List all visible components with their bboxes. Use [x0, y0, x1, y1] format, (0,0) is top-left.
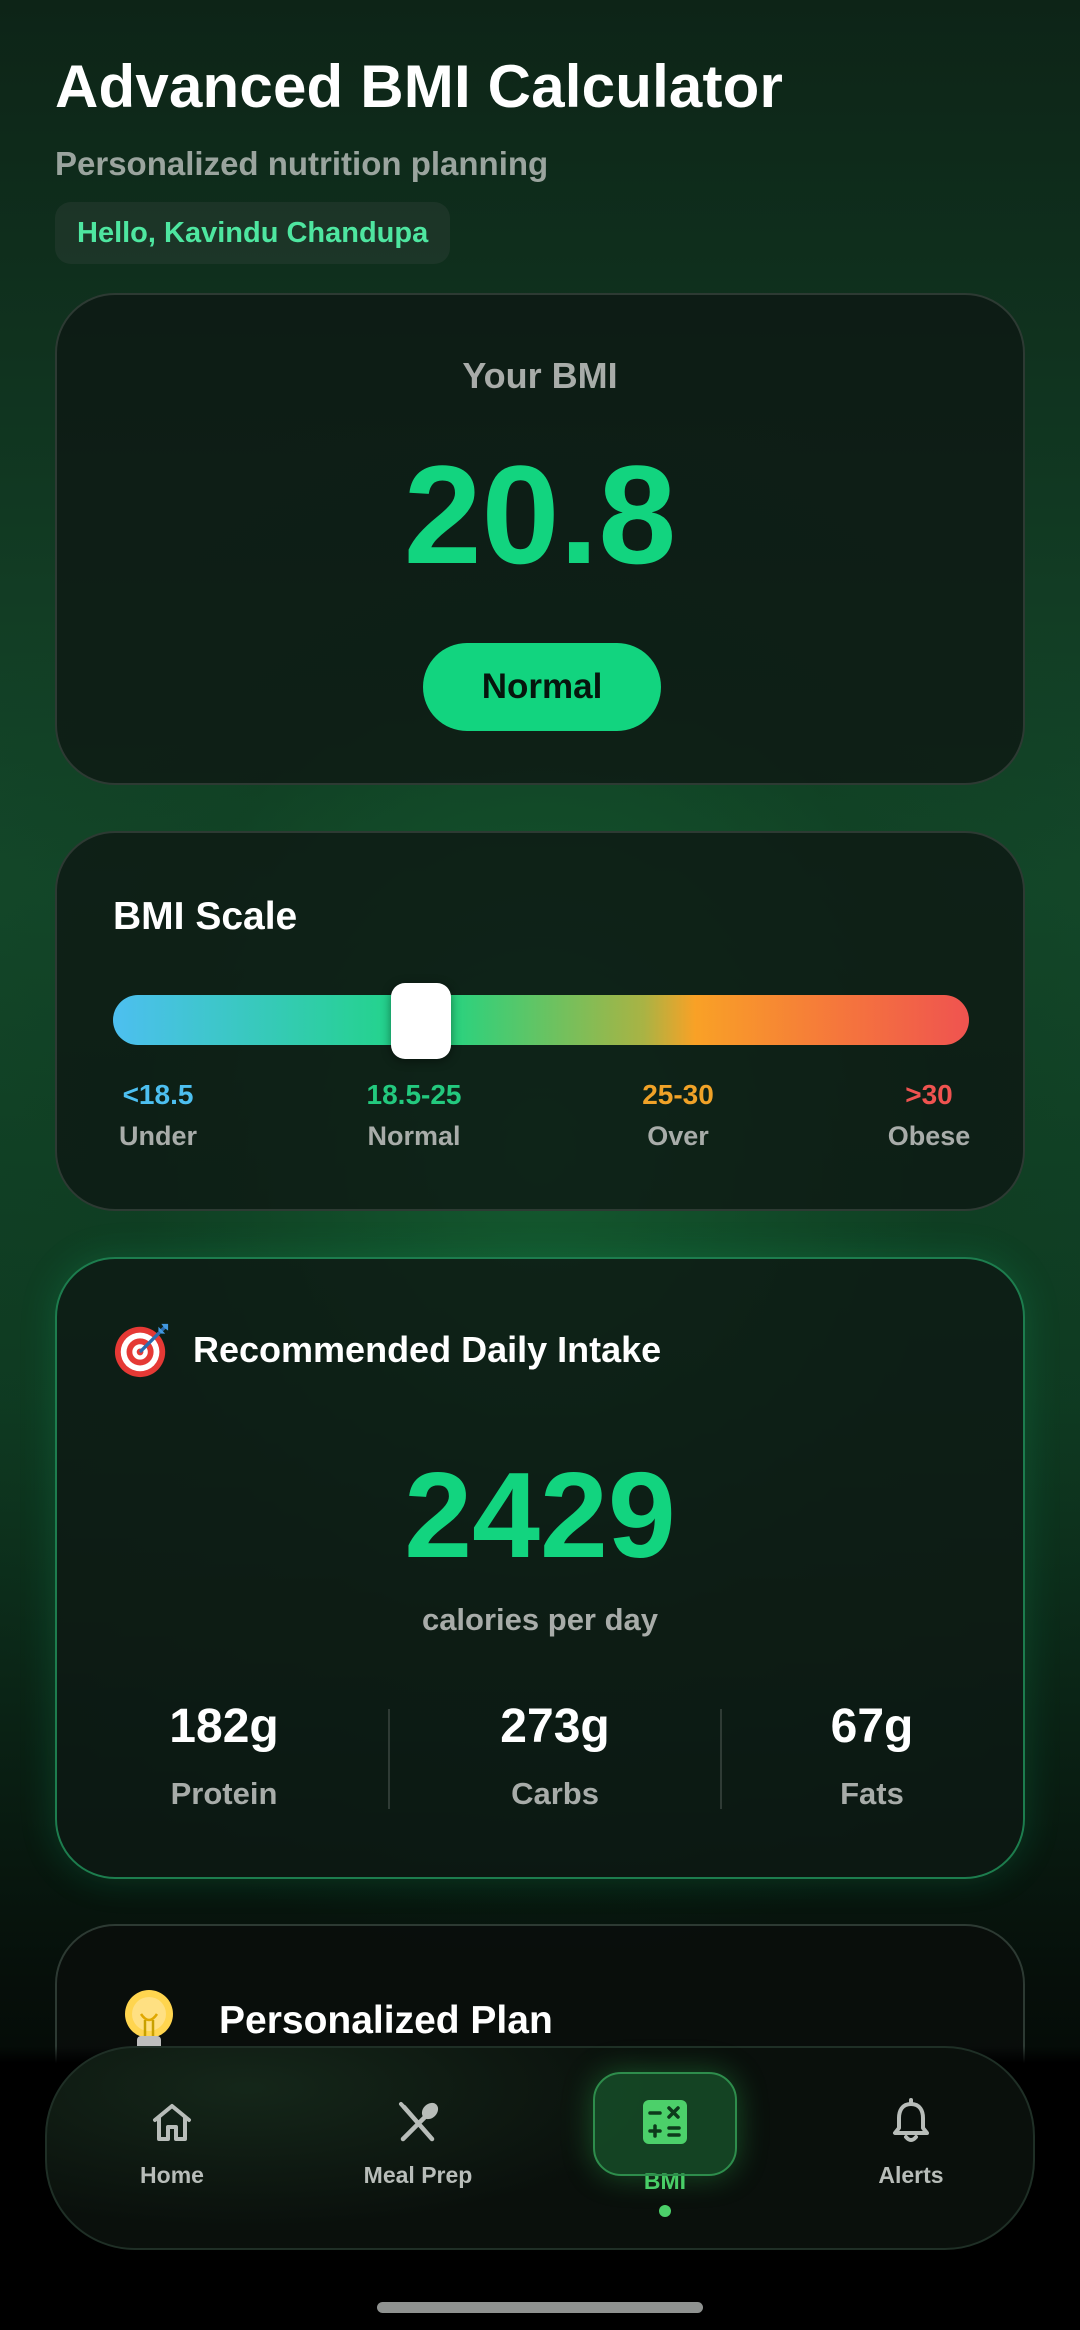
- macro-protein-label: Protein: [170, 1776, 278, 1811]
- greeting-badge: Hello, Kavindu Chandupa: [55, 202, 451, 264]
- macro-carbs-label: Carbs: [511, 1776, 599, 1811]
- bottom-navigation: Home Meal Prep BMI Alerts: [45, 2046, 1035, 2250]
- page-subtitle: Personalized nutrition planning: [55, 145, 549, 182]
- personalized-plan-title: Personalized Plan: [219, 1999, 553, 2042]
- nav-alerts-label: Alerts: [878, 2162, 944, 2188]
- range-over: 25-30 Over: [642, 1079, 714, 1152]
- bmi-scale-marker: [391, 983, 452, 1059]
- macro-divider: [388, 1709, 390, 1809]
- nav-item-alerts[interactable]: Alerts: [811, 2048, 1011, 2252]
- bmi-value: 20.8: [403, 436, 677, 593]
- macro-carbs: 273g Carbs: [405, 1699, 705, 1812]
- range-under-label: Under: [118, 1121, 198, 1151]
- nav-item-meal-prep[interactable]: Meal Prep: [318, 2048, 518, 2252]
- range-normal: 18.5-25 Normal: [367, 1079, 462, 1152]
- calculator-icon: [643, 2100, 687, 2144]
- daily-intake-header: Recommended Daily Intake: [113, 1321, 661, 1379]
- macro-protein: 182g Protein: [74, 1699, 374, 1812]
- nav-home-label: Home: [140, 2162, 204, 2188]
- bmi-label: Your BMI: [462, 355, 618, 396]
- active-indicator-dot: [659, 2205, 671, 2217]
- bmi-scale-ranges: <18.5 Under 18.5-25 Normal 25-30 Over >3…: [113, 1079, 971, 1159]
- range-normal-label: Normal: [367, 1121, 461, 1151]
- macro-fats: 67g Fats: [722, 1699, 1022, 1812]
- macro-carbs-value: 273g: [500, 1700, 610, 1753]
- bell-icon: [893, 2098, 929, 2142]
- range-over-label: Over: [647, 1121, 709, 1151]
- daily-intake-title: Recommended Daily Intake: [193, 1329, 662, 1370]
- range-normal-value: 18.5-25: [366, 1079, 462, 1110]
- range-under: <18.5 Under: [119, 1079, 197, 1152]
- range-over-value: 25-30: [642, 1079, 714, 1110]
- nav-item-bmi[interactable]: BMI: [565, 2048, 765, 2252]
- bmi-scale-title: BMI Scale: [113, 895, 298, 938]
- home-indicator-bar[interactable]: [377, 2302, 703, 2313]
- range-obese-value: >30: [905, 1079, 953, 1110]
- range-obese-label: Obese: [887, 1121, 971, 1151]
- range-under-value: <18.5: [122, 1079, 194, 1110]
- nav-meal-prep-label: Meal Prep: [363, 2162, 473, 2188]
- nav-item-home[interactable]: Home: [72, 2048, 272, 2252]
- macro-divider: [720, 1709, 722, 1809]
- macros-row: 182g Protein 273g Carbs 67g Fats: [57, 1699, 1023, 1819]
- macro-fats-label: Fats: [840, 1776, 904, 1811]
- macro-protein-value: 182g: [169, 1700, 279, 1753]
- macro-fats-value: 67g: [830, 1700, 914, 1753]
- greeting-text: Hello, Kavindu Chandupa: [77, 216, 429, 249]
- bmi-category-badge: Normal: [423, 643, 661, 731]
- daily-intake-card: Recommended Daily Intake 2429 calories p…: [55, 1257, 1025, 1879]
- bmi-scale-card: BMI Scale <18.5 Under 18.5-25 Normal 25-…: [55, 831, 1025, 1211]
- calories-unit-label: calories per day: [421, 1602, 659, 1637]
- utensils-icon: [399, 2102, 439, 2142]
- bmi-scale-bar: [113, 995, 969, 1045]
- home-icon: [153, 2104, 191, 2141]
- page-title: Advanced BMI Calculator: [55, 53, 784, 120]
- bmi-result-card: Your BMI 20.8 Normal: [55, 293, 1025, 785]
- target-icon: [114, 1323, 169, 1378]
- range-obese: >30 Obese: [888, 1079, 971, 1152]
- calories-value: 2429: [404, 1447, 676, 1583]
